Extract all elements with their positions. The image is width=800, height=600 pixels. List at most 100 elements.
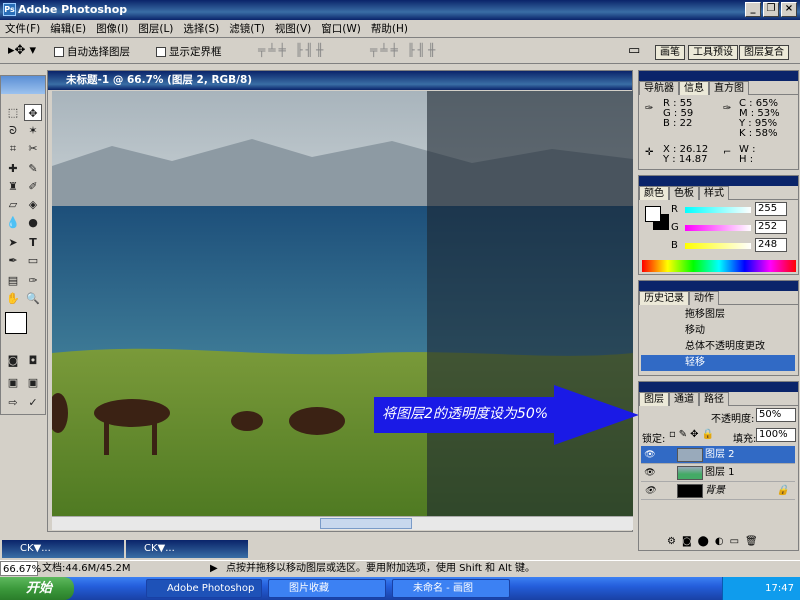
tab-paths[interactable]: 路径 xyxy=(699,392,729,406)
tab-histogram[interactable]: 直方图 xyxy=(709,81,749,95)
brush-tool-icon[interactable]: ✎ xyxy=(24,160,42,177)
taskbar-item-pictures[interactable]: 图片收藏 xyxy=(268,579,386,598)
tab-history[interactable]: 历史记录 xyxy=(639,291,689,305)
pen-tool-icon[interactable]: ✒ xyxy=(4,252,22,269)
show-bounds-option[interactable]: 显示定界框 xyxy=(156,44,222,59)
notes-tool-icon[interactable]: ▤ xyxy=(4,272,22,289)
align-icons[interactable]: ╤╧╪ ╟╢╫ xyxy=(258,43,326,57)
menu-filter[interactable]: 滤镜(T) xyxy=(224,20,270,38)
brush-palette-tab[interactable]: 画笔 xyxy=(655,45,685,60)
path-select-icon[interactable]: ➤ xyxy=(4,234,22,251)
horizontal-scrollbar[interactable] xyxy=(52,516,633,530)
standard-mode-icon[interactable]: ◙ xyxy=(4,352,22,369)
b-input[interactable]: 248 xyxy=(755,238,787,252)
slice-tool-icon[interactable]: ✂ xyxy=(24,140,42,157)
tab-actions[interactable]: 动作 xyxy=(689,291,719,305)
zoom-field[interactable]: 66.67% xyxy=(0,561,41,576)
r-slider[interactable] xyxy=(685,207,751,213)
history-item[interactable]: 拖移图层 xyxy=(641,307,795,323)
type-tool-icon[interactable]: T xyxy=(24,234,42,251)
hand-tool-icon[interactable]: ✋ xyxy=(4,290,22,307)
paint-bucket-icon[interactable]: ◈ xyxy=(24,196,42,213)
layer-action-icons[interactable]: ⚙◙⬤◐▭🗑 xyxy=(667,536,764,547)
auto-select-checkbox[interactable] xyxy=(54,47,64,57)
screen-mode-1-icon[interactable]: ▣ xyxy=(4,374,22,391)
shape-tool-icon[interactable]: ▭ xyxy=(24,252,42,269)
taskbar-item-label: 未命名 - 画图 xyxy=(413,583,473,594)
layer-row[interactable]: 👁 图层 1 xyxy=(641,464,795,482)
history-item[interactable]: 移动 xyxy=(641,323,795,339)
tab-channels[interactable]: 通道 xyxy=(669,392,699,406)
tab-swatches[interactable]: 色板 xyxy=(669,186,699,200)
foreground-color-swatch[interactable] xyxy=(5,312,27,334)
taskbar-item-paint[interactable]: 未命名 - 画图 xyxy=(392,579,510,598)
lasso-tool-icon[interactable]: ᘐ xyxy=(4,122,22,139)
taskbar-item-label: Adobe Photoshop xyxy=(167,583,255,594)
layer-row[interactable]: 👁 背景 🔒 xyxy=(641,482,795,500)
color-spectrum[interactable] xyxy=(642,260,796,272)
layer-row-active[interactable]: 👁 图层 2 xyxy=(641,446,795,464)
close-button[interactable]: × xyxy=(781,2,797,17)
menu-help[interactable]: 帮助(H) xyxy=(366,20,413,38)
taskbar-item-photoshop[interactable]: Adobe Photoshop xyxy=(146,579,262,598)
maximize-button[interactable]: ❐ xyxy=(763,2,779,17)
crop-tool-icon[interactable]: ⌗ xyxy=(4,140,22,157)
tab-navigator[interactable]: 导航器 xyxy=(639,81,679,95)
show-bounds-checkbox[interactable] xyxy=(156,47,166,57)
tool-presets-tab[interactable]: 工具预设 xyxy=(688,45,738,60)
zoom-tool-icon[interactable]: 🔍 xyxy=(24,290,42,307)
file-browser-icon[interactable]: ▭ xyxy=(628,43,640,58)
minimized-window[interactable]: CK▼... xyxy=(2,540,124,558)
history-item-active[interactable]: 轻移 xyxy=(641,355,795,371)
healing-brush-icon[interactable]: ✚ xyxy=(4,160,22,177)
distribute-icons[interactable]: ╤╧╪ ╟╢╫ xyxy=(370,43,438,57)
eye-icon[interactable]: 👁 xyxy=(643,484,657,498)
tab-color[interactable]: 颜色 xyxy=(639,186,669,200)
menu-select[interactable]: 选择(S) xyxy=(178,20,224,38)
eraser-tool-icon[interactable]: ▱ xyxy=(4,196,22,213)
opacity-input[interactable]: 50% xyxy=(756,408,796,422)
color-fg-swatch[interactable] xyxy=(645,206,661,222)
quick-mask-icon[interactable]: ◘ xyxy=(24,352,42,369)
minimized-window[interactable]: CK▼... xyxy=(126,540,248,558)
r-input[interactable]: 255 xyxy=(755,202,787,216)
color-panel-titlebar xyxy=(639,176,798,186)
history-item[interactable]: 总体不透明度更改 xyxy=(641,339,795,355)
menu-file[interactable]: 文件(F) xyxy=(0,20,45,38)
image-canvas[interactable] xyxy=(52,91,633,516)
magic-wand-icon[interactable]: ✶ xyxy=(24,122,42,139)
eye-icon[interactable]: 👁 xyxy=(643,448,657,462)
minimize-button[interactable]: _ xyxy=(745,2,761,17)
dodge-tool-icon[interactable]: ● xyxy=(24,214,42,231)
menu-image[interactable]: 图像(I) xyxy=(91,20,133,38)
tab-styles[interactable]: 样式 xyxy=(699,186,729,200)
move-tool-icon[interactable]: ✥ xyxy=(24,104,42,121)
scrollbar-thumb[interactable] xyxy=(320,518,412,529)
menu-view[interactable]: 视图(V) xyxy=(270,20,316,38)
eyedropper-icon[interactable]: ✑ xyxy=(24,272,42,289)
marquee-tool-icon[interactable]: ⬚ xyxy=(4,104,22,121)
g-slider[interactable] xyxy=(685,225,751,231)
tab-layers[interactable]: 图层 xyxy=(639,392,669,406)
opacity-label: 不透明度: xyxy=(711,414,755,425)
b-slider[interactable] xyxy=(685,243,751,249)
start-button[interactable]: 开始 xyxy=(0,577,74,600)
eye-icon[interactable]: 👁 xyxy=(643,466,657,480)
fill-input[interactable]: 100% xyxy=(756,428,796,442)
history-brush-icon[interactable]: ✐ xyxy=(24,178,42,195)
jump-to-imageready-icon[interactable]: ⇨ xyxy=(4,394,22,411)
menu-edit[interactable]: 编辑(E) xyxy=(45,20,91,38)
imageready-icon[interactable]: ✓ xyxy=(24,394,42,411)
screen-mode-2-icon[interactable]: ▣ xyxy=(24,374,42,391)
blur-tool-icon[interactable]: 💧 xyxy=(4,214,22,231)
menu-window[interactable]: 窗口(W) xyxy=(316,20,366,38)
menu-layer[interactable]: 图层(L) xyxy=(133,20,178,38)
auto-select-option[interactable]: 自动选择图层 xyxy=(54,44,130,59)
move-tool-preset-icon[interactable]: ▸✥ ▾ xyxy=(8,43,36,58)
clone-stamp-icon[interactable]: ♜ xyxy=(4,178,22,195)
lock-icons[interactable]: ▫✎✥🔒 xyxy=(669,429,717,440)
g-input[interactable]: 252 xyxy=(755,220,787,234)
taskbar: 开始 Adobe Photoshop 图片收藏 未命名 - 画图 17:47 xyxy=(0,577,800,600)
layer-comps-tab[interactable]: 图层复合 xyxy=(739,45,789,60)
tab-info[interactable]: 信息 xyxy=(679,81,709,95)
